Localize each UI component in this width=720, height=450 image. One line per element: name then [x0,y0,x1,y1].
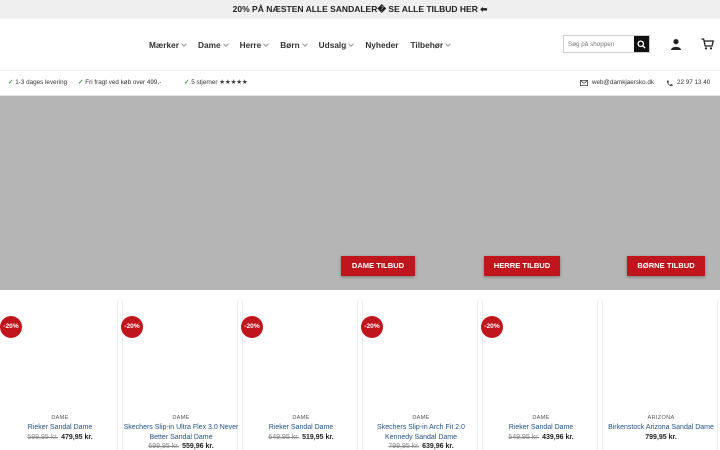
nav-label: Herre [239,39,262,50]
old-price: 549,95 kr. [508,433,540,441]
check-icon: ✓ [184,79,190,86]
nav-label: Tilbehør [410,39,444,50]
chevron-down-icon [263,40,270,47]
product-name[interactable]: Rieker Sandal Dame [243,423,359,433]
promo-text[interactable]: 20% PÅ NÆSTEN ALLE SANDALER� SE ALLE TIL… [233,4,488,14]
product-category: DAME [172,415,190,421]
product-card[interactable]: ARIZONA Birkenstock Arizona Sandal Dame … [602,301,718,450]
product-price: 799,95 kr. [603,434,719,441]
product-category: DAME [532,415,550,421]
product-price: 799,95 kr. 639,96 kr. [363,443,479,450]
search-button[interactable] [634,36,649,52]
product-name[interactable]: Skechers Slip-in Ultra Flex 3.0 Never Be… [123,423,239,442]
old-price: 599,95 kr. [27,433,59,441]
nav-item-herre[interactable]: Herre [239,39,270,50]
promo-banner[interactable]: 20% PÅ NÆSTEN ALLE SANDALER� SE ALLE TIL… [0,0,720,19]
nav-label: Udsalg [318,39,347,50]
old-price: 699,95 kr. [148,443,180,450]
hero-banner: DAME TILBUD HERRE TILBUD BØRNE TILBUD [0,96,720,290]
discount-badge: -20% [481,316,503,338]
product-price: 599,95 kr. 479,95 kr. [2,434,118,441]
chevron-down-icon [222,40,229,47]
nav-item-nyheder[interactable]: Nyheder [365,40,398,50]
nav-item-born[interactable]: Børn [280,39,308,50]
product-category: DAME [412,415,430,421]
product-price: 699,95 kr. 559,96 kr. [123,443,239,450]
product-info: DAME Rieker Sandal Dame 599,95 kr. 479,95… [2,415,118,441]
product-card[interactable]: -20% DAME Rieker Sandal Dame 549,95 kr. 4… [481,301,599,450]
usp-rating: ✓ 5 stjerner ★★★★★ [184,71,248,95]
search-form [563,35,650,53]
product-name[interactable]: Rieker Sandal Dame [483,423,599,433]
sale-price: 639,96 kr. [422,443,454,450]
product-info: DAME Rieker Sandal Dame 649,95 kr. 519,95… [243,415,359,441]
borne-tilbud-button[interactable]: BØRNE TILBUD [627,256,705,276]
chevron-down-icon [348,40,355,47]
product-info: DAME Skechers Slip-in Arch Fit 2.0 Kenne… [363,415,479,450]
dame-tilbud-button[interactable]: DAME TILBUD [341,256,415,276]
main-nav: Mærker Dame Herre Børn Udsalg Nyheder Ti… [149,19,462,70]
usp-bar: ✓ 1-3 dages levering ✓ Fri fragt ved køb o… [0,70,720,96]
product-category: ARIZONA [647,415,675,421]
nav-label: Nyheder [365,39,399,50]
product-price: 549,95 kr. 439,96 kr. [483,434,599,441]
product-category: DAME [51,415,69,421]
chevron-down-icon [301,40,308,47]
nav-item-maerker[interactable]: Mærker [149,39,187,50]
usp-text: Fri fragt ved køb over 499,- [85,79,162,86]
sale-price: 479,95 kr. [61,433,93,441]
nav-item-dame[interactable]: Dame [197,39,229,50]
nav-label: Dame [197,39,221,50]
account-icon[interactable] [670,38,682,50]
usp-text: 5 stjerner ★★★★★ [191,79,248,86]
nav-label: Børn [280,39,300,50]
product-info: DAME Rieker Sandal Dame 549,95 kr. 439,96… [483,415,599,441]
mail-icon [580,80,588,86]
product-grid: -20% DAME Rieker Sandal Dame 599,95 kr. 4… [0,290,720,450]
product-name[interactable]: Birkenstock Arizona Sandal Dame [603,423,719,433]
product-card[interactable]: -20% DAME Rieker Sandal Dame 599,95 kr. 4… [0,301,118,450]
sale-price: 439,96 kr. [542,433,574,441]
sale-price: 559,96 kr. [182,443,214,450]
cart-icon[interactable] [701,38,714,50]
sale-price: 519,95 kr. [302,433,334,441]
search-input[interactable] [564,36,634,52]
chevron-down-icon [445,40,451,47]
contact-phone[interactable]: 22 97 13 40 [666,71,710,95]
product-card[interactable]: -20% DAME Skechers Slip-in Ultra Flex 3.… [121,301,239,450]
check-icon: ✓ [78,79,84,86]
nav-item-tilbehor[interactable]: Tilbehør [411,40,451,50]
email-link[interactable]: web@damkjaersko.dk [592,71,654,95]
product-category: DAME [292,415,310,421]
discount-badge: -20% [241,316,263,338]
discount-badge: -20% [361,316,383,338]
discount-badge: -20% [121,316,143,338]
product-card[interactable]: -20% DAME Rieker Sandal Dame 649,95 kr. 5… [241,301,359,450]
site-header: Mærker Dame Herre Børn Udsalg Nyheder Ti… [0,19,720,70]
product-info: ARIZONA Birkenstock Arizona Sandal Dame … [603,415,719,441]
sale-price: 799,95 kr. [645,433,677,441]
old-price: 649,95 kr. [268,433,300,441]
nav-label: Mærker [149,39,179,50]
usp-delivery: ✓ 1-3 dages levering [8,71,67,95]
herre-tilbud-button[interactable]: HERRE TILBUD [484,256,560,276]
discount-badge: -20% [0,316,22,338]
phone-icon [666,79,673,86]
product-price: 649,95 kr. 519,95 kr. [243,434,359,441]
product-name[interactable]: Rieker Sandal Dame [2,423,118,433]
contact-email[interactable]: web@damkjaersko.dk [580,71,654,95]
old-price: 799,95 kr. [388,443,420,450]
check-icon: ✓ [8,79,14,86]
product-card[interactable]: -20% DAME Skechers Slip-in Arch Fit 2.0 … [361,301,479,450]
product-name[interactable]: Skechers Slip-in Arch Fit 2.0 Kennedy Sa… [363,423,479,442]
chevron-down-icon [181,40,187,47]
phone-link[interactable]: 22 97 13 40 [677,71,710,95]
usp-text: 1-3 dages levering [15,79,68,86]
product-info: DAME Skechers Slip-in Ultra Flex 3.0 Nev… [123,415,239,450]
nav-item-udsalg[interactable]: Udsalg [318,39,355,50]
search-icon [637,39,646,49]
usp-freight: ✓ Fri fragt ved køb over 499,- [78,71,161,95]
